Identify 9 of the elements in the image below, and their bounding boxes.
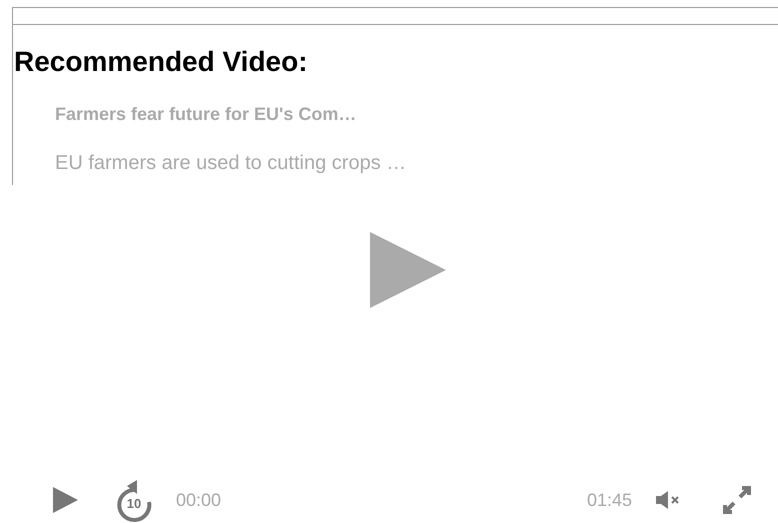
fullscreen-icon[interactable]	[722, 485, 752, 515]
rewind-button[interactable]: 10	[116, 478, 154, 522]
duration: 01:45	[586, 488, 632, 512]
current-time: 00:00	[176, 488, 222, 512]
section-heading: Recommended Video:	[14, 45, 308, 79]
play-icon[interactable]	[370, 232, 446, 308]
play-icon[interactable]	[52, 487, 78, 513]
video-description: EU farmers are used to cutting crops …	[55, 151, 406, 176]
video-title[interactable]: Farmers fear future for EU's Com…	[55, 102, 356, 126]
